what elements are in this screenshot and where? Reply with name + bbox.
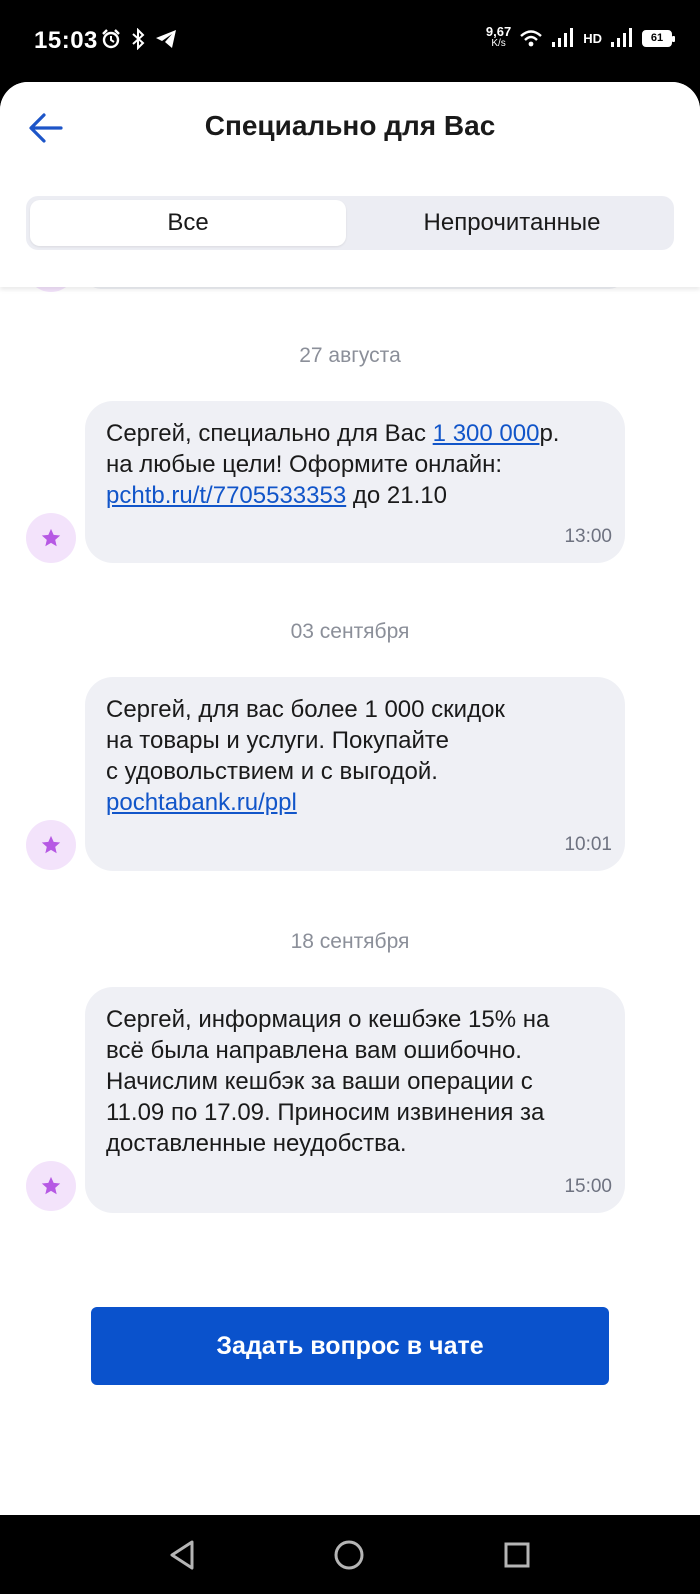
- message-text-run: до 21.10: [346, 482, 447, 509]
- message-link[interactable]: pochtabank.ru/ppl: [106, 789, 297, 816]
- header: Специально для Вас Все Непрочитанные: [0, 82, 700, 287]
- star-icon: [41, 528, 61, 547]
- message-text-run: на товары и услуги. Покупайте: [106, 727, 449, 754]
- nav-back-button[interactable]: [164, 1537, 200, 1573]
- status-bar: 15:03 9,67 K/s HD 61: [0, 0, 700, 82]
- message-bubble: Сергей, информация о кешбэке 15% на всё б…: [85, 987, 625, 1213]
- nav-home-button[interactable]: [331, 1537, 367, 1573]
- message-text-run: Сергей, информация о кешбэке 15% на: [106, 1006, 550, 1033]
- message-text-run: Начислим кешбэк за ваши операции с: [106, 1068, 533, 1095]
- square-recents-icon: [504, 1542, 530, 1568]
- message-text-run: с удовольствием и с выгодой.: [106, 758, 438, 785]
- network-speed: 9,67 K/s: [485, 24, 512, 50]
- message-bubble: Сергей, специально для Вас 1 300 000р. на…: [85, 401, 625, 563]
- date-separator: 18 сентября: [290, 930, 410, 953]
- ask-in-chat-button[interactable]: Задать вопрос в чате: [91, 1307, 609, 1385]
- message-time: 15:00: [564, 1176, 612, 1197]
- message-bubble-partial: [85, 287, 625, 289]
- circle-home-icon: [334, 1540, 364, 1570]
- star-icon: [41, 835, 61, 854]
- message-time: 13:00: [564, 526, 612, 547]
- signal-icon: [552, 28, 574, 47]
- network-type-label: HD: [583, 30, 602, 46]
- message-text-run: на любые цели! Оформите онлайн:: [106, 451, 503, 478]
- status-icons-left: [100, 28, 178, 50]
- message-text-run: Сергей, для вас более 1 000 скидок: [106, 696, 505, 723]
- message-text: Сергей, специально для Вас 1 300 000р. на…: [106, 418, 603, 511]
- clock: 15:03: [34, 27, 98, 54]
- avatar: [26, 820, 76, 870]
- bluetooth-icon: [132, 28, 145, 50]
- tab-all[interactable]: Все: [30, 200, 346, 246]
- message-text-run: Сергей, специально для Вас: [106, 420, 433, 447]
- tab-unread[interactable]: Непрочитанные: [354, 200, 670, 246]
- message-bubble: Сергей, для вас более 1 000 скидок на тов…: [85, 677, 625, 871]
- star-icon: [41, 1176, 61, 1195]
- status-icons-right: 9,67 K/s HD 61: [485, 24, 675, 50]
- message-text-run: всё была направлена вам ошибочно.: [106, 1037, 522, 1064]
- date-separator: 27 августа: [299, 344, 401, 367]
- avatar: [26, 1161, 76, 1211]
- network-speed-value: 9,67: [485, 24, 512, 39]
- message-time: 10:01: [564, 834, 612, 855]
- app-screen: Специально для Вас Все Непрочитанные 27 …: [0, 82, 700, 1515]
- avatar: [26, 287, 76, 292]
- wifi-icon: [520, 30, 543, 47]
- message-text: Сергей, для вас более 1 000 скидок на тов…: [106, 694, 603, 818]
- page-title: Специально для Вас: [204, 110, 496, 141]
- nav-recents-button[interactable]: [499, 1537, 535, 1573]
- alarm-icon: [102, 29, 120, 49]
- triangle-back-icon: [170, 1540, 194, 1570]
- message-text: Сергей, информация о кешбэке 15% на всё б…: [106, 1004, 603, 1159]
- network-speed-unit: K/s: [491, 38, 506, 49]
- avatar: [26, 513, 76, 563]
- telegram-icon: [156, 30, 176, 48]
- battery-icon: 61: [642, 29, 675, 47]
- message-text-run: 11.09 по 17.09. Приносим извинения за: [106, 1099, 545, 1126]
- message-link[interactable]: 1 300 000: [433, 420, 540, 447]
- date-separator: 03 сентября: [290, 620, 410, 643]
- system-nav-bar: [0, 1515, 700, 1594]
- signal-icon-2: [611, 28, 632, 47]
- tab-switcher: Все Непрочитанные: [26, 196, 674, 250]
- message-text-run: р.: [539, 420, 560, 447]
- message-link[interactable]: pchtb.ru/t/7705533353: [106, 482, 346, 509]
- message-text-run: доставленные неудобства.: [106, 1130, 407, 1157]
